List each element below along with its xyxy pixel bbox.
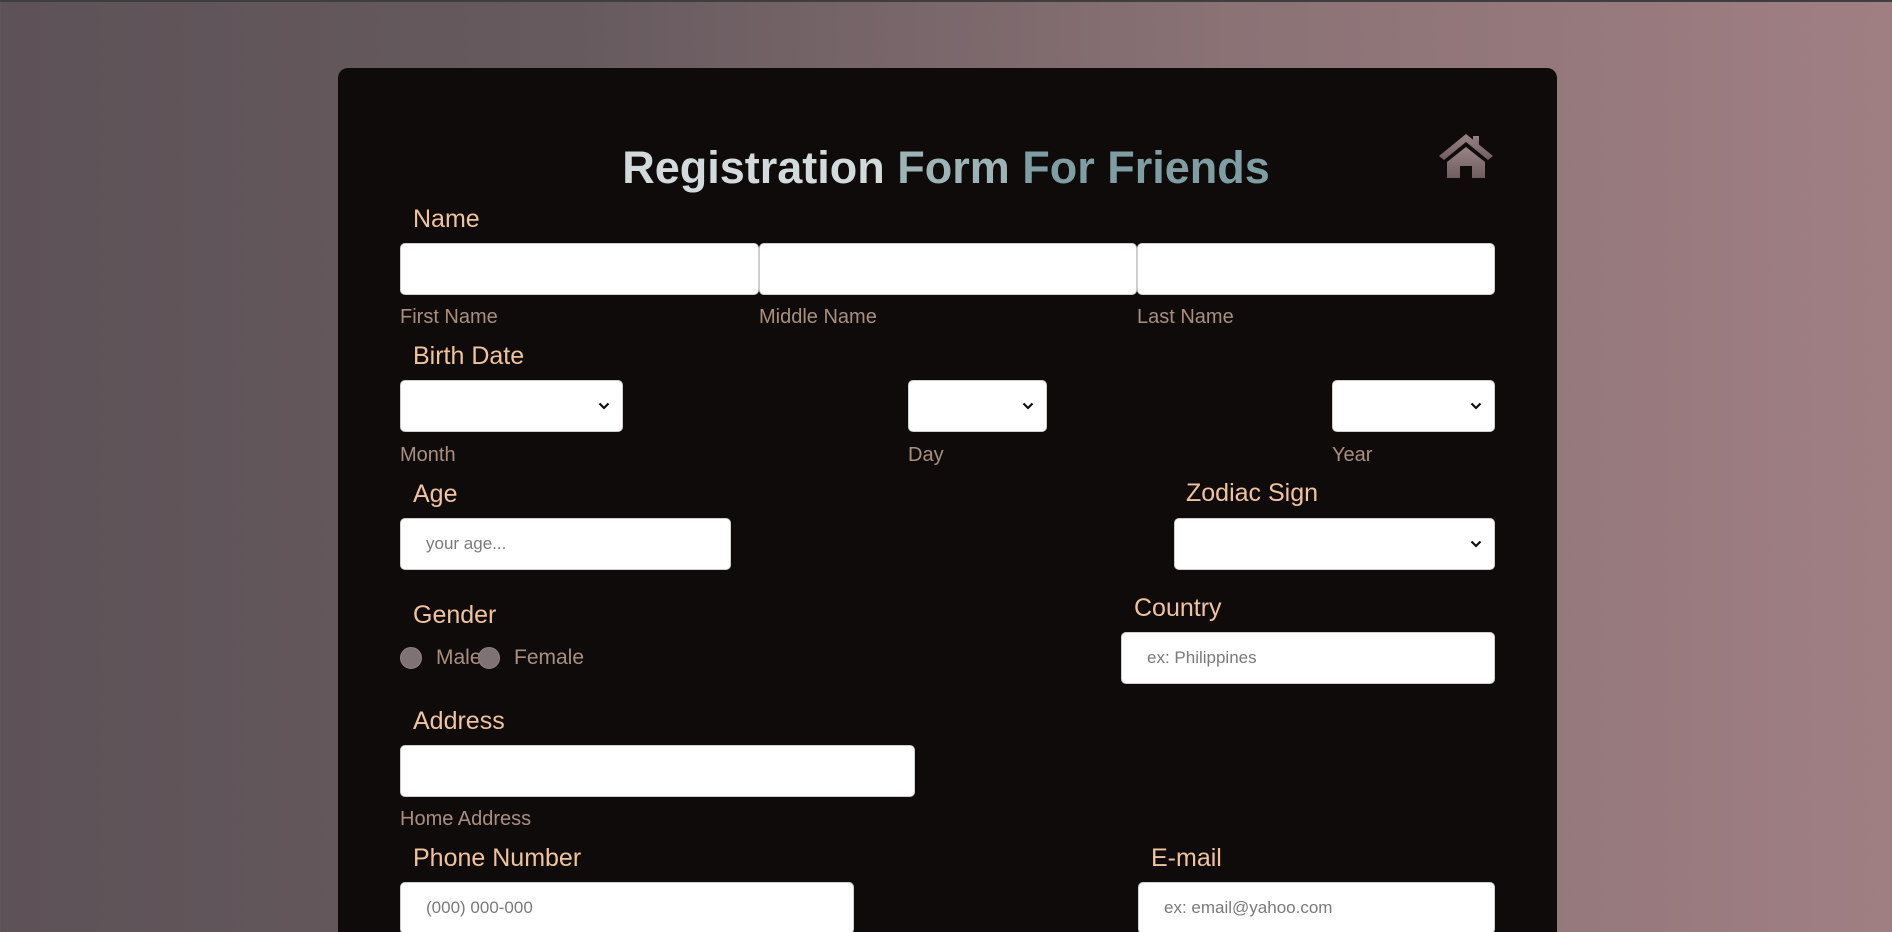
first-name-sublabel: First Name bbox=[400, 306, 498, 328]
gender-female-radio[interactable] bbox=[478, 647, 500, 669]
last-name-input[interactable] bbox=[1137, 243, 1495, 295]
birth-date-label: Birth Date bbox=[413, 342, 525, 370]
title-word-for-friends: For Friends bbox=[1022, 142, 1270, 193]
registration-card bbox=[338, 68, 1557, 932]
country-input[interactable] bbox=[1121, 632, 1495, 684]
gender-male-label[interactable]: Male bbox=[436, 646, 482, 670]
name-label: Name bbox=[413, 205, 480, 233]
title-word-form: Form bbox=[897, 142, 1010, 193]
gender-label: Gender bbox=[413, 601, 497, 629]
home-address-sublabel: Home Address bbox=[400, 808, 532, 830]
title-word-registration: Registration bbox=[622, 142, 885, 193]
phone-number-label: Phone Number bbox=[413, 844, 582, 872]
age-label: Age bbox=[413, 480, 458, 508]
last-name-sublabel: Last Name bbox=[1137, 306, 1234, 328]
chevron-down-icon bbox=[1470, 402, 1482, 410]
email-input[interactable] bbox=[1138, 882, 1495, 932]
gender-female-label[interactable]: Female bbox=[514, 646, 584, 670]
email-label: E-mail bbox=[1151, 844, 1222, 872]
month-sublabel: Month bbox=[400, 444, 456, 466]
chevron-down-icon bbox=[1470, 540, 1482, 548]
home-address-input[interactable] bbox=[400, 745, 915, 797]
phone-number-input[interactable] bbox=[400, 882, 854, 932]
month-select[interactable] bbox=[400, 380, 623, 432]
gender-male-radio[interactable] bbox=[400, 647, 422, 669]
year-select[interactable] bbox=[1332, 380, 1495, 432]
age-input[interactable] bbox=[400, 518, 731, 570]
country-label: Country bbox=[1134, 594, 1222, 622]
home-icon[interactable] bbox=[1437, 132, 1495, 180]
zodiac-sign-label: Zodiac Sign bbox=[1186, 479, 1319, 507]
year-sublabel: Year bbox=[1332, 444, 1373, 466]
day-select[interactable] bbox=[908, 380, 1047, 432]
zodiac-sign-select[interactable] bbox=[1174, 518, 1495, 570]
chevron-down-icon bbox=[1022, 402, 1034, 410]
middle-name-sublabel: Middle Name bbox=[759, 306, 877, 328]
first-name-input[interactable] bbox=[400, 243, 759, 295]
page-title: Registration Form For Friends bbox=[0, 142, 1892, 194]
address-label: Address bbox=[413, 707, 505, 735]
middle-name-input[interactable] bbox=[759, 243, 1137, 295]
day-sublabel: Day bbox=[908, 444, 944, 466]
chevron-down-icon bbox=[598, 402, 610, 410]
top-border-line bbox=[0, 0, 1892, 2]
